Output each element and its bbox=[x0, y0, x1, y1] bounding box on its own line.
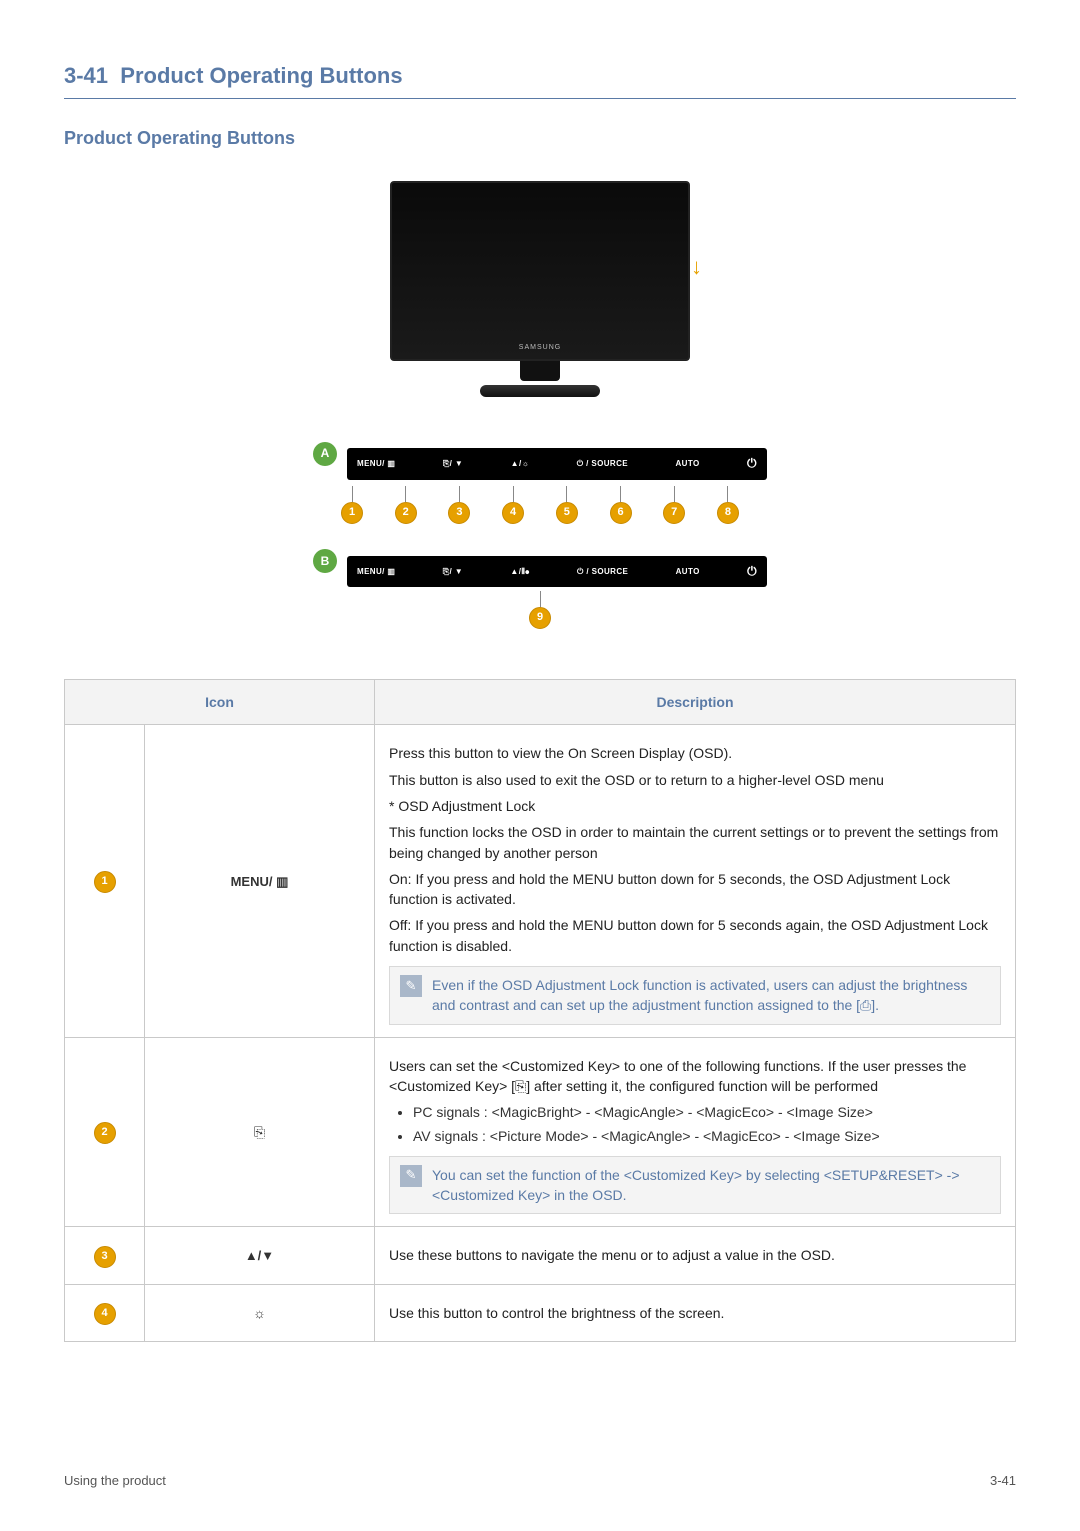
num-badge-3: 3 bbox=[448, 502, 470, 524]
r1-note-text: Even if the OSD Adjustment Lock function… bbox=[432, 975, 990, 1016]
r1-p6: Off: If you press and hold the MENU butt… bbox=[389, 915, 1001, 956]
row2-icon: ⎘ bbox=[145, 1037, 375, 1227]
callout-9: 9 bbox=[529, 591, 551, 629]
page-subtitle: Product Operating Buttons bbox=[64, 125, 1016, 151]
table-header-desc: Description bbox=[375, 680, 1016, 725]
r2-li2: AV signals : <Picture Mode> - <MagicAngl… bbox=[413, 1126, 1001, 1146]
num-badge-4: 4 bbox=[502, 502, 524, 524]
monitor-screen: SAMSUNG bbox=[390, 181, 690, 361]
table-header-icon: Icon bbox=[65, 680, 375, 725]
button-bar-a-wrap: A MENU/ ▥ ⎘/ ▼ ▲/☼ ⏻ / SOURCE AUTO ⏻ bbox=[64, 422, 1016, 485]
num-badge-1: 1 bbox=[341, 502, 363, 524]
table-row: 2 ⎘ Users can set the <Customized Key> t… bbox=[65, 1037, 1016, 1227]
row1-num: 1 bbox=[65, 725, 145, 1037]
row1-desc: Press this button to view the On Screen … bbox=[375, 725, 1016, 1037]
brightness-icon: ☼ bbox=[253, 1305, 266, 1321]
bar-a-key2: ⎘/ ▼ bbox=[443, 458, 463, 470]
bar-b-key4: ⏻ / SOURCE bbox=[577, 566, 628, 578]
button-bar-a: MENU/ ▥ ⎘/ ▼ ▲/☼ ⏻ / SOURCE AUTO ⏻ bbox=[347, 448, 767, 479]
bar-a-auto: AUTO bbox=[675, 458, 699, 470]
note-icon: ✎ bbox=[400, 975, 422, 997]
monitor-stand bbox=[480, 385, 600, 397]
callout-1: 1 bbox=[341, 486, 363, 524]
r2-li1: PC signals : <MagicBright> - <MagicAngle… bbox=[413, 1102, 1001, 1122]
r1-p1: Press this button to view the On Screen … bbox=[389, 743, 1001, 763]
custom-key-icon: ⎘ bbox=[254, 1124, 265, 1140]
callout-4: 4 bbox=[502, 486, 524, 524]
row2-num: 2 bbox=[65, 1037, 145, 1227]
side-badge-b: B bbox=[313, 549, 337, 573]
callout-7: 7 bbox=[663, 486, 685, 524]
r3-p1: Use these buttons to navigate the menu o… bbox=[389, 1245, 1001, 1265]
bar-a-key4: ⏻ / SOURCE bbox=[577, 458, 628, 470]
bar-b-key2: ⎘/ ▼ bbox=[443, 566, 463, 578]
num-badge-7: 7 bbox=[663, 502, 685, 524]
r4-p1: Use this button to control the brightnes… bbox=[389, 1303, 1001, 1323]
figure: SAMSUNG ↓ A MENU/ ▥ ⎘/ ▼ ▲/☼ ⏻ / SOURCE … bbox=[64, 181, 1016, 629]
bar-b-key3: ▲/⦀⦁ bbox=[510, 566, 529, 578]
row1-icon: MENU/ ▥ bbox=[145, 725, 375, 1037]
section-number: 3-41 bbox=[64, 63, 108, 88]
section-title: 3-41 Product Operating Buttons bbox=[64, 60, 1016, 99]
monitor-neck bbox=[520, 361, 560, 381]
r1-p4: This function locks the OSD in order to … bbox=[389, 822, 1001, 863]
r1-note: ✎ Even if the OSD Adjustment Lock functi… bbox=[389, 966, 1001, 1025]
r1-p5: On: If you press and hold the MENU butto… bbox=[389, 869, 1001, 910]
row4-desc: Use this button to control the brightnes… bbox=[375, 1284, 1016, 1341]
side-badge-a: A bbox=[313, 442, 337, 466]
button-bar-b: MENU/ ▥ ⎘/ ▼ ▲/⦀⦁ ⏻ / SOURCE AUTO ⏻ bbox=[347, 556, 767, 587]
bar-a-power-icon: ⏻ bbox=[747, 455, 757, 472]
r1-p3: * OSD Adjustment Lock bbox=[389, 796, 1001, 816]
led-arrow-icon: ↓ bbox=[691, 251, 702, 283]
num-badge-8: 8 bbox=[717, 502, 739, 524]
table-row: 1 MENU/ ▥ Press this button to view the … bbox=[65, 725, 1016, 1037]
row2-desc: Users can set the <Customized Key> to on… bbox=[375, 1037, 1016, 1227]
callout-8: 8 bbox=[717, 486, 739, 524]
num-badge-r1: 1 bbox=[94, 871, 116, 893]
r2-list: PC signals : <MagicBright> - <MagicAngle… bbox=[413, 1102, 1001, 1146]
nav-icon: ▲/▼ bbox=[245, 1247, 274, 1266]
r2-p1: Users can set the <Customized Key> to on… bbox=[389, 1056, 1001, 1097]
footer-right: 3-41 bbox=[990, 1472, 1016, 1491]
bar-b-auto: AUTO bbox=[676, 566, 700, 578]
page-footer: Using the product 3-41 bbox=[64, 1472, 1016, 1491]
row3-icon: ▲/▼ bbox=[145, 1227, 375, 1284]
r2-note-text: You can set the function of the <Customi… bbox=[432, 1165, 990, 1206]
r1-p2: This button is also used to exit the OSD… bbox=[389, 770, 1001, 790]
row4-icon: ☼ bbox=[145, 1284, 375, 1341]
section-title-text: Product Operating Buttons bbox=[120, 63, 402, 88]
note-icon: ✎ bbox=[400, 1165, 422, 1187]
footer-left: Using the product bbox=[64, 1472, 166, 1491]
num-badge-r3: 3 bbox=[94, 1246, 116, 1268]
num-badge-r2: 2 bbox=[94, 1122, 116, 1144]
num-badge-9: 9 bbox=[529, 607, 551, 629]
bar-b-menu: MENU/ ▥ bbox=[357, 566, 395, 578]
button-table: Icon Description 1 MENU/ ▥ Press this bu… bbox=[64, 679, 1016, 1342]
row3-num: 3 bbox=[65, 1227, 145, 1284]
callout-row-a: 1 2 3 4 5 6 7 8 bbox=[305, 486, 775, 524]
bar-b-power-icon: ⏻ bbox=[747, 563, 757, 580]
num-badge-5: 5 bbox=[556, 502, 578, 524]
num-badge-6: 6 bbox=[610, 502, 632, 524]
table-row: 4 ☼ Use this button to control the brigh… bbox=[65, 1284, 1016, 1341]
menu-icon-label: MENU/ ▥ bbox=[231, 873, 289, 892]
callout-5: 5 bbox=[556, 486, 578, 524]
callout-row-b: 9 bbox=[64, 591, 1016, 629]
num-badge-r4: 4 bbox=[94, 1303, 116, 1325]
monitor-illustration: SAMSUNG ↓ bbox=[390, 181, 690, 397]
num-badge-2: 2 bbox=[395, 502, 417, 524]
r2-note: ✎ You can set the function of the <Custo… bbox=[389, 1156, 1001, 1215]
row3-desc: Use these buttons to navigate the menu o… bbox=[375, 1227, 1016, 1284]
table-row: 3 ▲/▼ Use these buttons to navigate the … bbox=[65, 1227, 1016, 1284]
callout-2: 2 bbox=[395, 486, 417, 524]
bar-a-menu: MENU/ ▥ bbox=[357, 458, 395, 470]
callout-3: 3 bbox=[448, 486, 470, 524]
monitor-brand: SAMSUNG bbox=[519, 343, 561, 353]
callout-6: 6 bbox=[610, 486, 632, 524]
bar-a-key3: ▲/☼ bbox=[511, 458, 530, 470]
row4-num: 4 bbox=[65, 1284, 145, 1341]
button-bar-b-wrap: B MENU/ ▥ ⎘/ ▼ ▲/⦀⦁ ⏻ / SOURCE AUTO ⏻ bbox=[64, 530, 1016, 593]
